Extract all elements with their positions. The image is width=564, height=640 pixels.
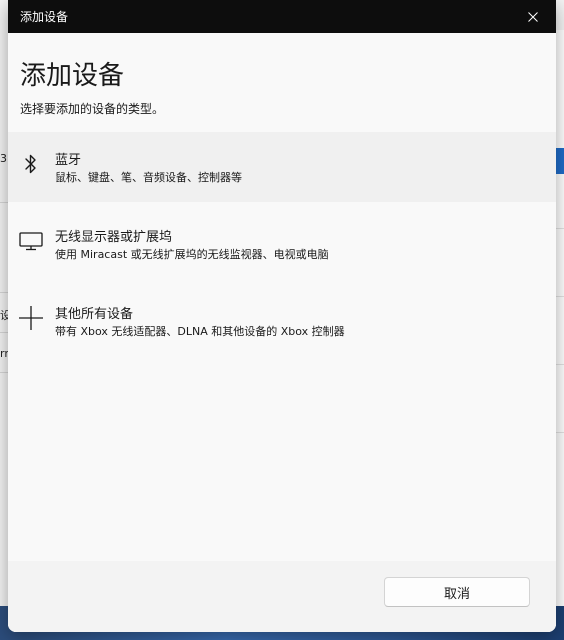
monitor-icon [18, 227, 44, 255]
background-text-fragment: 3 [0, 152, 7, 165]
option-name: 蓝牙 [55, 153, 82, 168]
background-divider [0, 372, 8, 373]
page-subtitle: 选择要添加的设备的类型。 [20, 102, 165, 116]
background-divider [0, 292, 8, 293]
close-icon [528, 11, 538, 22]
option-name: 无线显示器或扩展坞 [55, 230, 173, 245]
dialog-titlebar: 添加设备 [8, 0, 556, 33]
background-divider [0, 202, 8, 203]
cancel-button[interactable]: 取消 [384, 577, 530, 607]
background-text-fragment: rr [0, 347, 8, 360]
background-accent-button [556, 148, 564, 174]
option-description: 使用 Miracast 或无线扩展坞的无线监视器、电视或电脑 [55, 248, 329, 261]
option-everything-else[interactable]: 其他所有设备 带有 Xbox 无线适配器、DLNA 和其他设备的 Xbox 控制… [8, 286, 556, 356]
plus-icon [18, 304, 44, 332]
option-bluetooth[interactable]: 蓝牙 鼠标、键盘、笔、音频设备、控制器等 [8, 132, 556, 202]
option-wireless-display[interactable]: 无线显示器或扩展坞 使用 Miracast 或无线扩展坞的无线监视器、电视或电脑 [8, 209, 556, 279]
bluetooth-icon [18, 150, 44, 178]
option-description: 鼠标、键盘、笔、音频设备、控制器等 [55, 171, 242, 184]
option-name: 其他所有设备 [55, 307, 134, 322]
close-button[interactable] [510, 0, 556, 33]
option-description: 带有 Xbox 无线适配器、DLNA 和其他设备的 Xbox 控制器 [55, 325, 345, 338]
dialog-footer: 取消 [8, 561, 556, 632]
window-title: 添加设备 [20, 10, 69, 24]
background-divider [0, 332, 8, 333]
add-device-dialog: 添加设备 添加设备 选择要添加的设备的类型。 蓝牙 鼠标、键盘、笔、音频设备、控… [8, 0, 556, 632]
background-text-fragment: 设 [0, 309, 8, 322]
page-title: 添加设备 [20, 61, 125, 91]
dialog-content: 添加设备 选择要添加的设备的类型。 蓝牙 鼠标、键盘、笔、音频设备、控制器等 无… [8, 33, 556, 632]
